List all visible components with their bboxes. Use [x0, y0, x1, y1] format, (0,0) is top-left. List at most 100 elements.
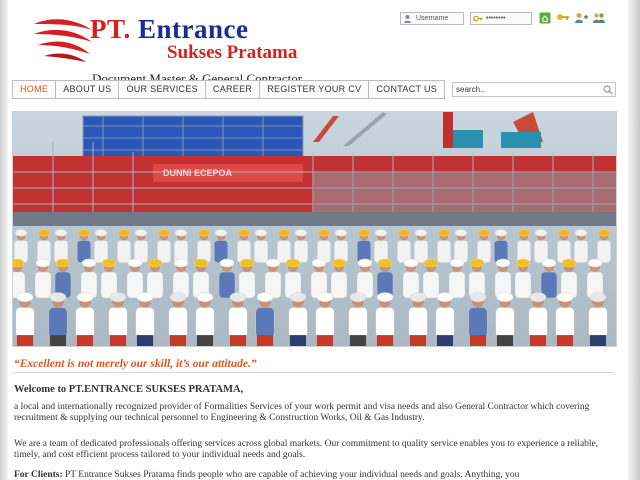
password-field[interactable]: •••••••• — [470, 11, 532, 25]
hard-hat — [587, 258, 603, 268]
worker-legs — [556, 335, 574, 346]
login-bar: Username •••••••• — [400, 11, 606, 25]
hard-hat — [589, 292, 607, 302]
hard-hat — [147, 258, 163, 268]
nav-home[interactable]: HOME — [13, 81, 57, 98]
worker-body — [168, 307, 188, 338]
worker-body — [573, 240, 589, 263]
hard-hat — [477, 229, 491, 237]
user-icon — [402, 13, 413, 24]
hard-hat — [136, 292, 154, 302]
worker-legs — [376, 335, 394, 346]
nav-contact-us[interactable]: CONTACT US — [369, 81, 444, 98]
worker-body — [156, 240, 172, 263]
username-field[interactable]: Username — [400, 11, 464, 25]
worker-body — [48, 307, 68, 338]
hard-hat — [76, 292, 94, 302]
hard-hat — [239, 258, 255, 268]
worker-legs — [316, 335, 334, 346]
worker-body — [555, 307, 575, 338]
users-icon[interactable] — [592, 12, 606, 25]
search-icon[interactable] — [601, 83, 615, 96]
hard-hat — [174, 229, 188, 237]
site-logo[interactable]: PT. Entrance Sukses Pratama Document Mas… — [32, 12, 342, 86]
hero-sign: DUNNI ECEPOA — [163, 168, 233, 178]
clients-label: For Clients: — [14, 470, 63, 480]
worker-body — [330, 271, 348, 299]
password-mask: •••••••• — [486, 14, 506, 22]
user-add-icon[interactable] — [574, 12, 588, 25]
hard-hat — [169, 292, 187, 302]
hard-hat — [534, 229, 548, 237]
search-input[interactable]: search.. — [452, 82, 616, 97]
worker-body — [253, 240, 269, 263]
worker-body — [195, 307, 215, 338]
hard-hat — [561, 258, 577, 268]
hard-hat — [437, 229, 451, 237]
hard-hat — [529, 292, 547, 302]
worker-body — [596, 240, 612, 263]
worker-body — [436, 240, 452, 263]
key-login-icon[interactable] — [556, 12, 570, 25]
worker-legs — [49, 335, 67, 346]
nav-our-services[interactable]: OUR SERVICES — [119, 81, 206, 98]
logo-name-1: Entrance — [138, 14, 249, 44]
hard-hat — [13, 258, 25, 268]
hard-hat — [436, 292, 454, 302]
hard-hat — [556, 292, 574, 302]
worker-body — [116, 240, 132, 263]
hard-hat — [376, 292, 394, 302]
hard-hat — [219, 258, 235, 268]
hard-hat — [374, 229, 388, 237]
worker-body — [514, 271, 532, 299]
worker-body — [108, 307, 128, 338]
worker-body — [288, 307, 308, 338]
page-shadow-right — [628, 0, 640, 480]
hard-hat — [256, 292, 274, 302]
worker-body — [375, 307, 395, 338]
worker-body — [315, 307, 335, 338]
hard-hat — [469, 292, 487, 302]
worker-body — [413, 240, 429, 263]
divider — [12, 372, 614, 373]
hard-hat — [49, 292, 67, 302]
hard-hat — [94, 229, 108, 237]
worker-legs — [16, 335, 34, 346]
worker-body — [15, 307, 35, 338]
hard-hat — [109, 292, 127, 302]
hard-hat — [55, 258, 71, 268]
clients-text: PT Entrance Sukses Pratama finds people … — [62, 470, 520, 480]
worker-body — [435, 307, 455, 338]
worker-legs — [529, 335, 547, 346]
page-shadow-left — [0, 0, 8, 480]
hard-hat — [597, 229, 611, 237]
worker-legs — [349, 335, 367, 346]
hard-hat — [265, 258, 281, 268]
intro-paragraph: a local and internationally recognized p… — [14, 402, 590, 423]
nav-about-us[interactable]: ABOUT US — [56, 81, 120, 98]
logo-pt: PT. — [90, 14, 131, 44]
hard-hat — [403, 258, 419, 268]
hero-photo: DUNNI ECEPOA — [12, 111, 617, 347]
hard-hat — [237, 229, 251, 237]
hard-hat — [101, 258, 117, 268]
hard-hat — [289, 292, 307, 302]
hard-hat — [409, 292, 427, 302]
worker-body — [135, 307, 155, 338]
hard-hat — [117, 229, 131, 237]
hard-hat — [193, 258, 209, 268]
worker-body — [348, 307, 368, 338]
hard-hat — [541, 258, 557, 268]
home-icon[interactable] — [538, 12, 552, 25]
worker-body — [468, 307, 488, 338]
worker-legs — [469, 335, 487, 346]
worker-legs — [436, 335, 454, 346]
hard-hat — [357, 258, 373, 268]
worker-body — [228, 307, 248, 338]
nav-register-cv[interactable]: REGISTER YOUR CV — [260, 81, 370, 98]
worker-body — [588, 307, 608, 338]
hard-hat — [54, 229, 68, 237]
nav-career[interactable]: CAREER — [206, 81, 261, 98]
hard-hat — [397, 229, 411, 237]
key-icon — [472, 13, 483, 24]
